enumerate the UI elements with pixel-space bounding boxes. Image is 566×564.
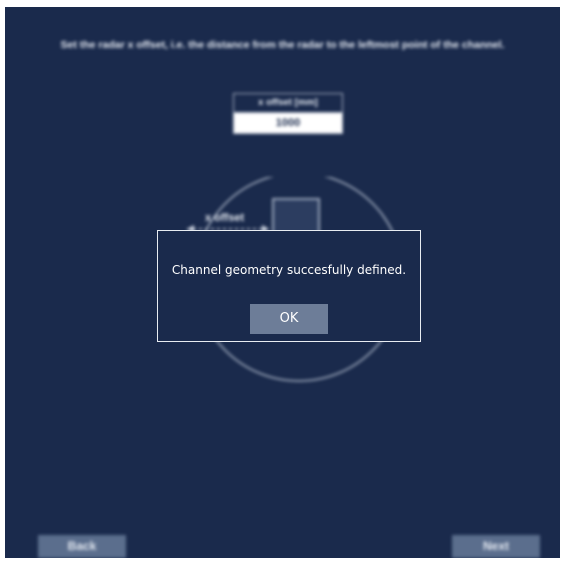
x-offset-label: x offset [mm] <box>233 93 343 112</box>
app-window: Set the radar x offset, i.e. the distanc… <box>5 7 560 558</box>
dialog-message: Channel geometry succesfully defined. <box>171 263 407 277</box>
back-button[interactable]: Back <box>38 535 126 558</box>
x-offset-diagram-label: x offset <box>205 212 244 224</box>
instruction-text: Set the radar x offset, i.e. the distanc… <box>60 39 505 51</box>
x-offset-input[interactable]: 1000 <box>233 112 343 134</box>
success-dialog: Channel geometry succesfully defined. OK <box>157 230 421 342</box>
next-button[interactable]: Next <box>452 535 540 558</box>
x-offset-field-group: x offset [mm] 1000 <box>233 93 343 137</box>
ok-button[interactable]: OK <box>250 304 328 334</box>
